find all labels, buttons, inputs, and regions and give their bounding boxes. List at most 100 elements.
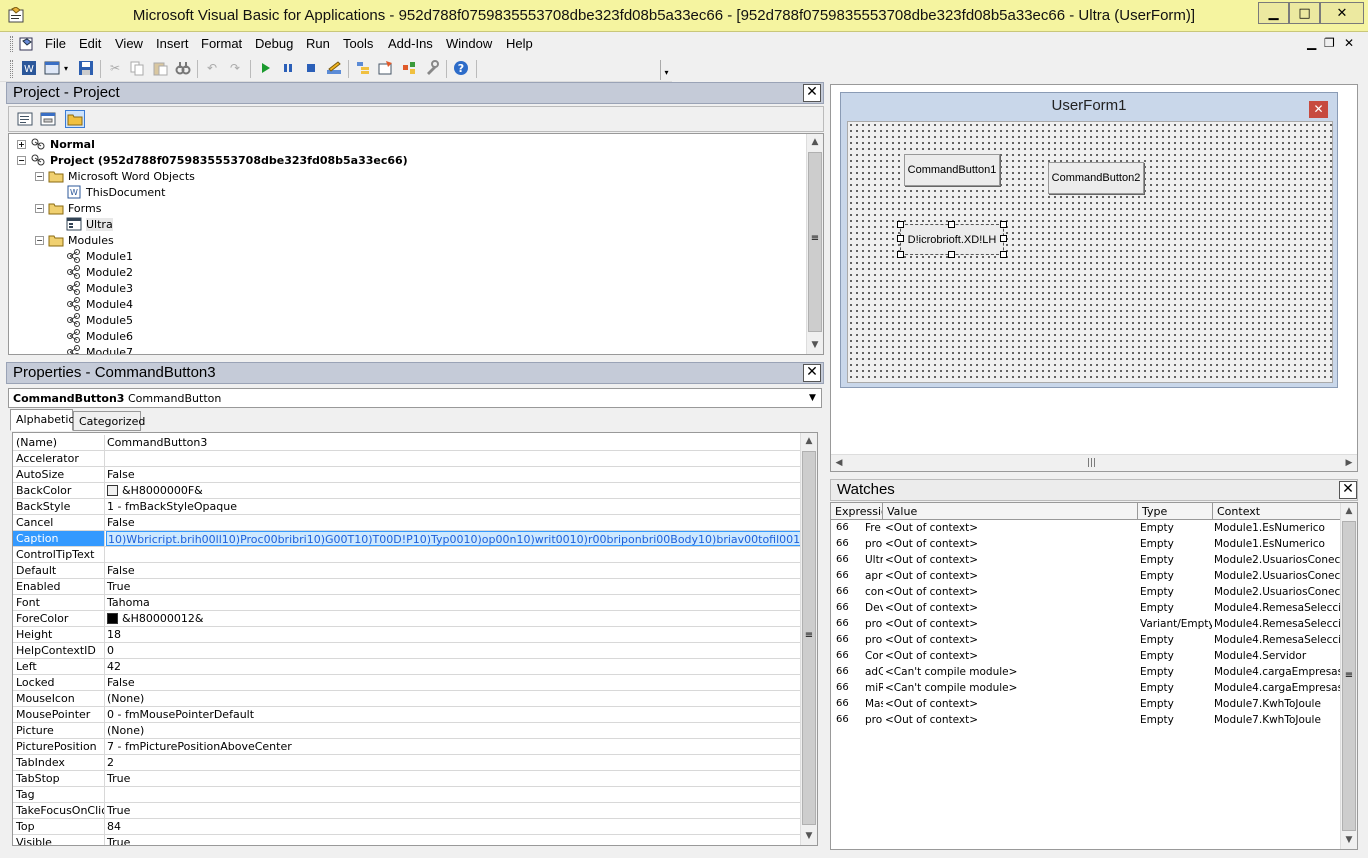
watches-close-button[interactable]: ✕ — [1339, 481, 1357, 499]
watches-column-value[interactable]: Value — [883, 503, 1138, 520]
tree-item[interactable]: Module1 — [53, 248, 133, 264]
tree-expander-icon[interactable]: − — [35, 203, 44, 213]
resize-handle[interactable] — [1000, 221, 1007, 228]
tree-item[interactable]: W ThisDocument — [53, 184, 165, 200]
watches-scrollbar[interactable]: ▲ ≡ ▼ — [1340, 503, 1357, 849]
scroll-down-icon[interactable]: ▼ — [801, 828, 817, 845]
tree-item[interactable]: − Project (952d788f0759835553708dbe323fd0… — [17, 152, 408, 168]
menu-run[interactable]: Run — [306, 36, 330, 51]
property-value[interactable]: 2 — [106, 755, 802, 770]
property-row[interactable]: Default False — [13, 563, 803, 579]
minimize-button[interactable]: ▁ — [1258, 2, 1289, 24]
tree-item[interactable]: Module4 — [53, 296, 133, 312]
property-row[interactable]: TakeFocusOnClick True — [13, 803, 803, 819]
scroll-thumb[interactable]: ||| — [1087, 458, 1096, 468]
property-value[interactable]: Tahoma — [106, 595, 802, 610]
scroll-up-icon[interactable]: ▲ — [801, 433, 817, 450]
help-icon[interactable]: ? — [452, 59, 470, 77]
scroll-down-icon[interactable]: ▼ — [1341, 832, 1357, 849]
resize-handle[interactable] — [948, 221, 955, 228]
property-row[interactable]: Cancel False — [13, 515, 803, 531]
insert-dropdown-icon[interactable]: ▾ — [61, 59, 71, 77]
find-icon[interactable] — [174, 59, 192, 77]
watch-row[interactable]: 66 pro <Out of context> Empty Module4.Remesa… — [831, 633, 1341, 649]
properties-scrollbar[interactable]: ▲ ≡ ▼ — [800, 433, 817, 845]
property-row[interactable]: TabIndex 2 — [13, 755, 803, 771]
property-row[interactable]: (Name) CommandButton3 — [13, 435, 803, 451]
scroll-up-icon[interactable]: ▲ — [807, 134, 823, 151]
property-row[interactable]: MousePointer 0 - fmMousePointerDefault — [13, 707, 803, 723]
toolbar-overflow-icon[interactable]: ▾ — [660, 60, 672, 80]
property-value[interactable]: (None) — [106, 723, 802, 738]
watches-column-type[interactable]: Type — [1138, 503, 1213, 520]
toolbox-icon[interactable] — [423, 59, 441, 77]
tree-item[interactable]: − Microsoft Word Objects — [35, 168, 195, 184]
menu-add-ins[interactable]: Add-Ins — [388, 36, 433, 51]
commandbutton1[interactable]: CommandButton1 — [904, 154, 1000, 186]
close-button[interactable]: ✕ — [1320, 2, 1364, 24]
tree-item[interactable]: − Forms — [35, 200, 101, 216]
property-row[interactable]: Tag — [13, 787, 803, 803]
tree-expander-icon[interactable]: − — [35, 235, 44, 245]
property-value[interactable]: &H8000000F& — [106, 483, 802, 498]
property-row[interactable]: Locked False — [13, 675, 803, 691]
tree-item[interactable]: Ultra — [53, 216, 113, 232]
designer-hscrollbar[interactable]: ◀ ||| ▶ — [831, 454, 1357, 471]
object-selector[interactable]: CommandButton3 CommandButton ▼ — [8, 388, 822, 408]
scroll-thumb[interactable]: ≡ — [808, 152, 822, 332]
userform-close-icon[interactable]: ✕ — [1309, 101, 1328, 118]
watch-row[interactable]: 66 pro <Out of context> Variant/Empty Module… — [831, 617, 1341, 633]
property-value[interactable]: 84 — [106, 819, 802, 834]
menu-help[interactable]: Help — [506, 36, 533, 51]
watches-column-expression[interactable]: Expression — [831, 503, 883, 520]
menu-insert[interactable]: Insert — [156, 36, 189, 51]
tree-item[interactable]: Module7 — [53, 344, 133, 354]
insert-userform-icon[interactable] — [43, 59, 61, 77]
scroll-left-icon[interactable]: ◀ — [831, 455, 847, 471]
property-value[interactable]: 42 — [106, 659, 802, 674]
menu-edit[interactable]: Edit — [79, 36, 101, 51]
scroll-down-icon[interactable]: ▼ — [807, 337, 823, 354]
run-icon[interactable] — [256, 59, 274, 77]
paste-icon[interactable] — [151, 59, 169, 77]
tree-expander-icon[interactable]: − — [35, 171, 44, 181]
property-row[interactable]: BackColor &H8000000F& — [13, 483, 803, 499]
property-value[interactable]: True — [106, 771, 802, 786]
watch-row[interactable]: 66 Fre <Out of context> Empty Module1.EsNume… — [831, 521, 1341, 537]
property-value[interactable]: False — [106, 515, 802, 530]
property-row[interactable]: TabStop True — [13, 771, 803, 787]
view-code-icon[interactable] — [15, 110, 35, 128]
chevron-down-icon[interactable]: ▼ — [804, 389, 821, 407]
undo-icon[interactable]: ↶ — [203, 59, 221, 77]
watch-row[interactable]: 66 Ultr <Out of context> Empty Module2.Usuar… — [831, 553, 1341, 569]
cut-icon[interactable]: ✂ — [106, 59, 124, 77]
resize-handle[interactable] — [1000, 235, 1007, 242]
tree-item[interactable]: Module2 — [53, 264, 133, 280]
property-value[interactable]: False — [106, 563, 802, 578]
scroll-thumb[interactable]: ≡ — [802, 451, 816, 825]
tree-item[interactable]: Module5 — [53, 312, 133, 328]
reset-icon[interactable] — [302, 59, 320, 77]
property-value[interactable]: True — [106, 803, 802, 818]
property-row[interactable]: Top 84 — [13, 819, 803, 835]
property-value[interactable]: False — [106, 675, 802, 690]
watch-row[interactable]: 66 con <Out of context> Empty Module2.Usuari… — [831, 585, 1341, 601]
property-value[interactable]: 7 - fmPicturePositionAboveCenter — [106, 739, 802, 754]
property-row[interactable]: ControlTipText — [13, 547, 803, 563]
property-row[interactable]: Visible True — [13, 835, 803, 845]
properties-icon[interactable] — [377, 59, 395, 77]
watch-row[interactable]: 66 Dev<Out of context> Empty Module4.Remesa… — [831, 601, 1341, 617]
tab-alphabetic[interactable]: Alphabetic — [10, 409, 74, 431]
property-row[interactable]: AutoSize False — [13, 467, 803, 483]
resize-handle[interactable] — [948, 251, 955, 258]
watch-row[interactable]: 66 Mas<Out of context> Empty Module7.KwhToJ… — [831, 697, 1341, 713]
scroll-thumb[interactable]: ≡ — [1342, 521, 1356, 831]
mdi-restore-button[interactable]: ❐ — [1324, 36, 1335, 50]
property-value[interactable]: (None) — [106, 691, 802, 706]
word-icon[interactable]: W — [20, 59, 38, 77]
menu-format[interactable]: Format — [201, 36, 242, 51]
document-menu-icon[interactable] — [18, 36, 36, 52]
tree-expander-icon[interactable]: − — [17, 155, 26, 165]
properties-close-button[interactable]: ✕ — [803, 364, 821, 382]
project-explorer-icon[interactable] — [354, 59, 372, 77]
